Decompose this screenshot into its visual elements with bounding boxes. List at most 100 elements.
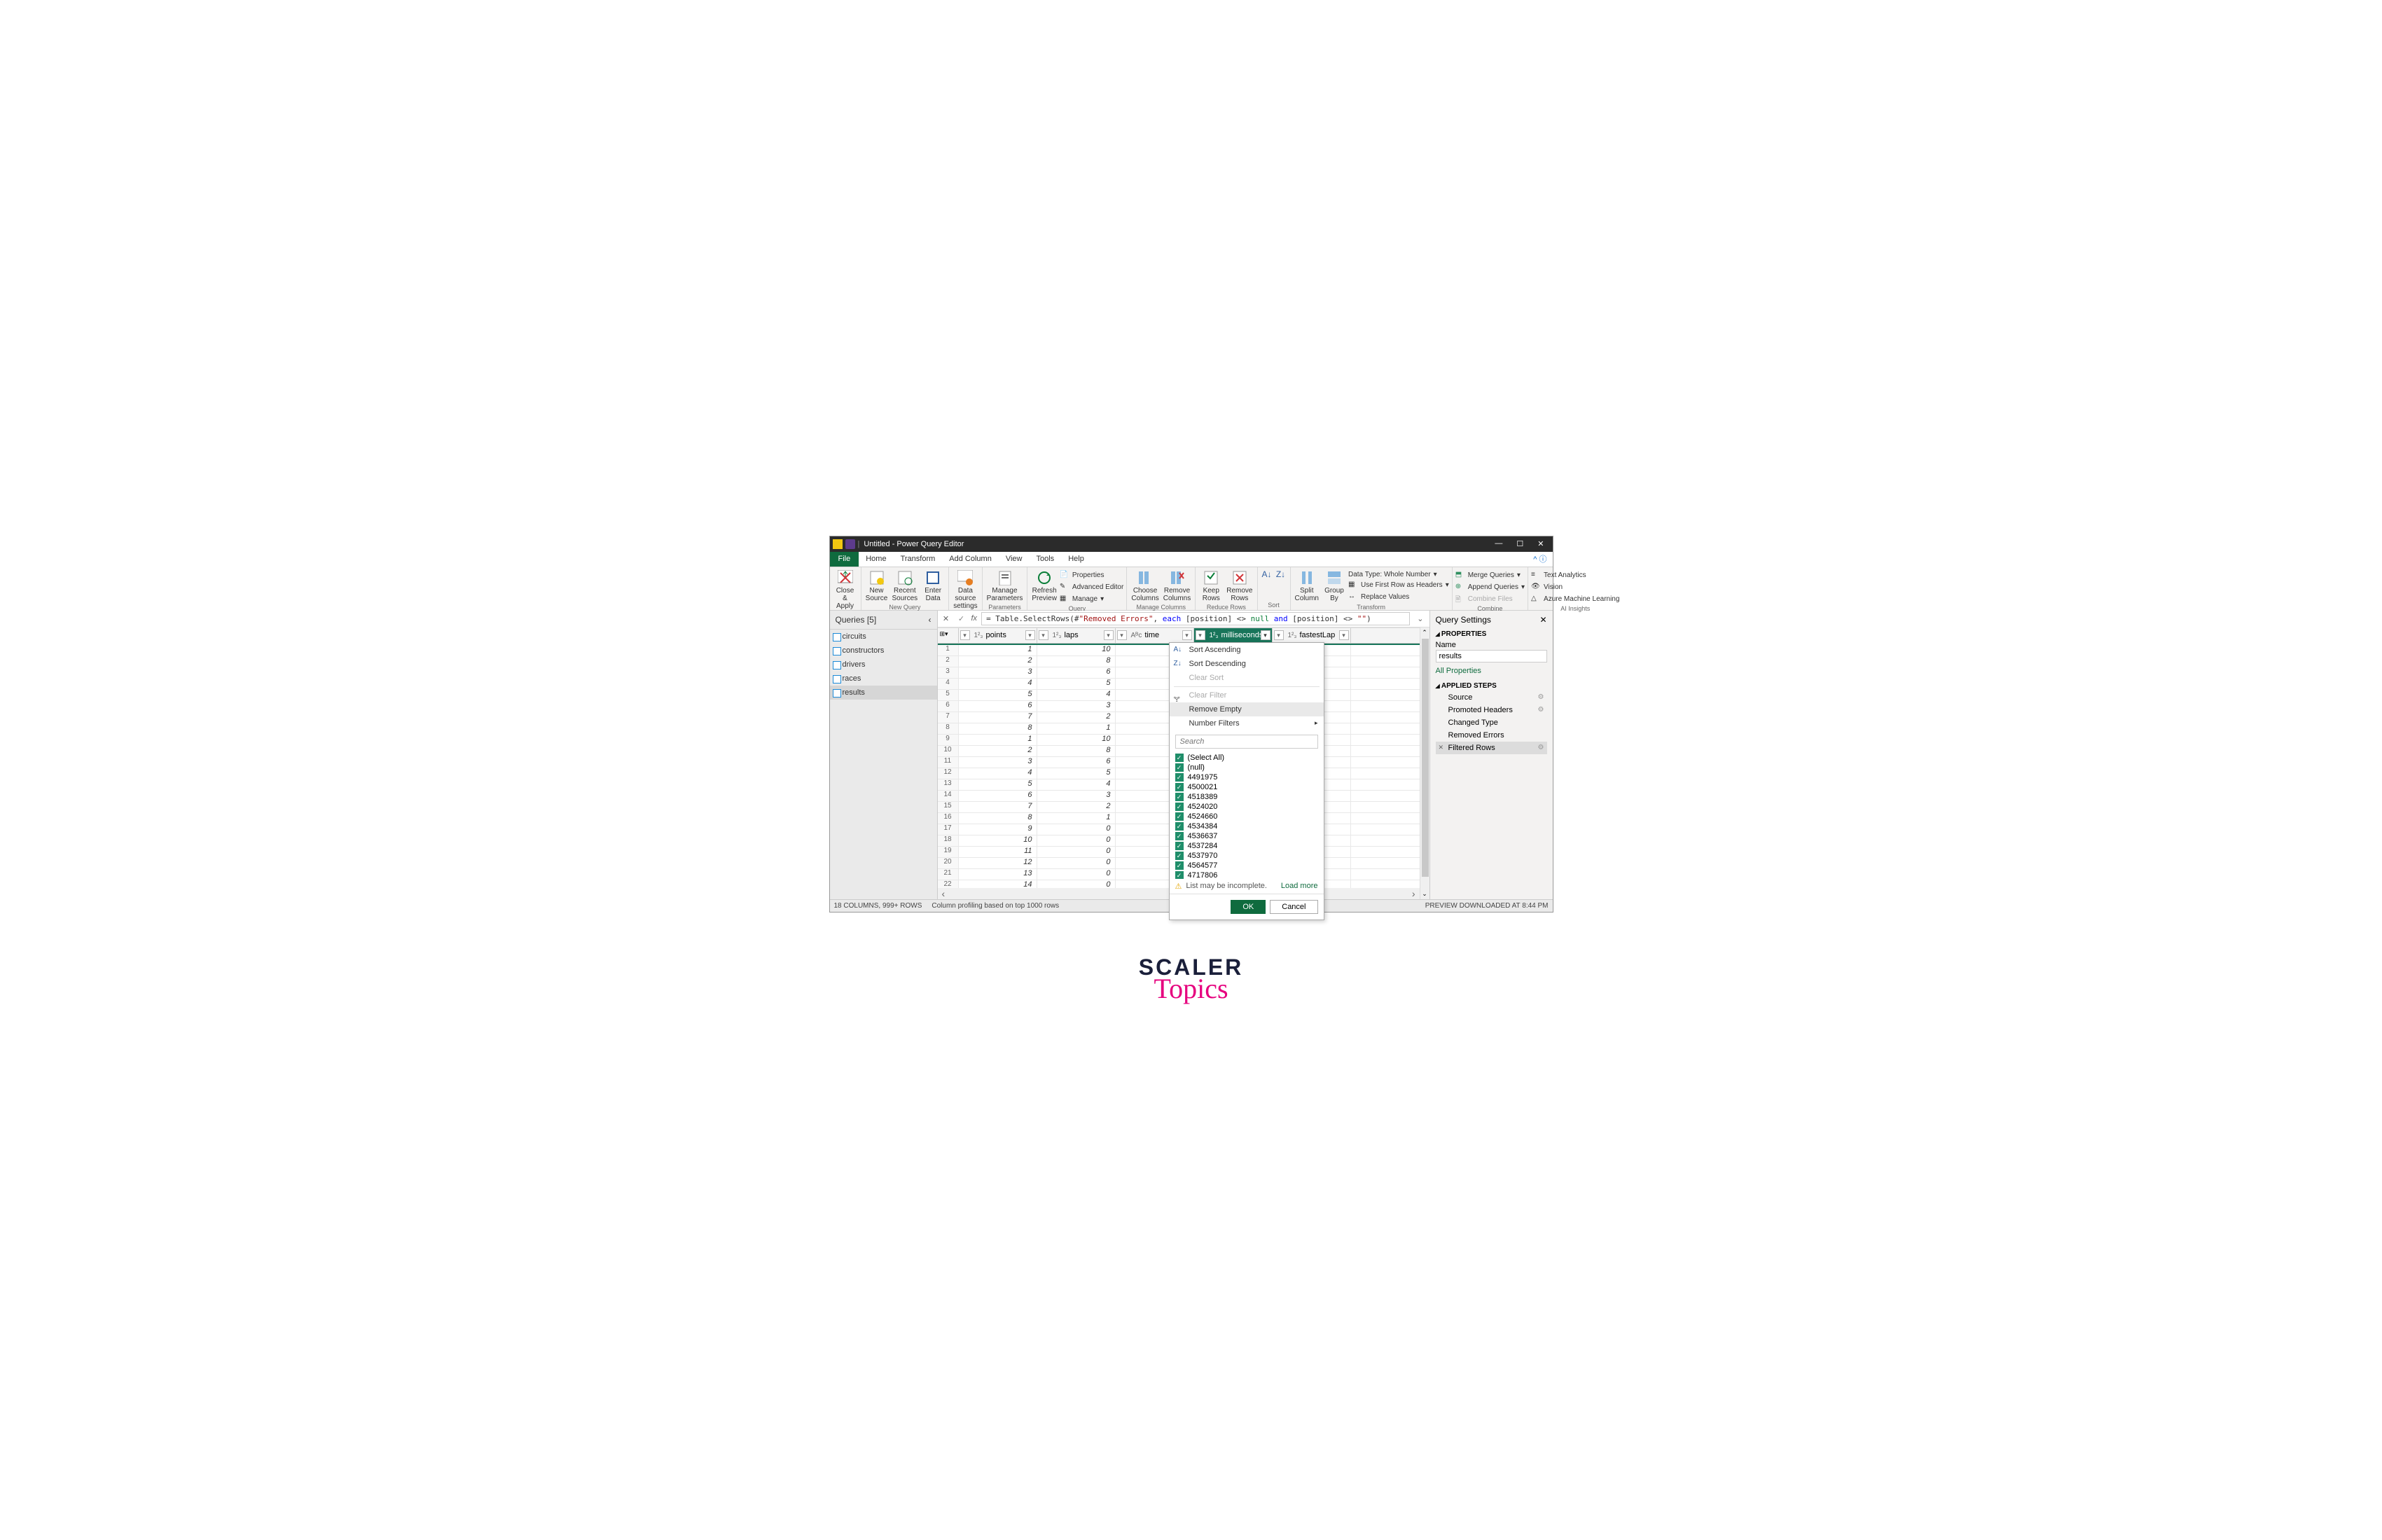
column-type-dropdown[interactable]: ▾ (1196, 630, 1205, 640)
replace-values-link[interactable]: ↔Replace Values (1348, 592, 1449, 603)
sort-descending-item[interactable]: Z↓Sort Descending (1170, 657, 1324, 671)
menu-home[interactable]: Home (859, 552, 893, 567)
first-row-headers-link[interactable]: ▦Use First Row as Headers ▾ (1348, 580, 1449, 591)
formula-expand-icon[interactable]: ⌄ (1414, 614, 1426, 623)
query-item-results[interactable]: results (830, 686, 937, 700)
step-settings-icon[interactable]: ⚙ (1538, 706, 1544, 714)
filter-value-item[interactable]: ✓4500021 (1175, 782, 1318, 792)
maximize-button[interactable]: ☐ (1516, 539, 1523, 548)
column-type-dropdown[interactable]: ▾ (1117, 630, 1127, 640)
query-name-input[interactable] (1436, 650, 1547, 663)
column-filter-dropdown[interactable]: ▾ (1104, 630, 1114, 640)
query-item-races[interactable]: races (830, 672, 937, 686)
recent-sources-button[interactable]: Recent Sources (891, 569, 920, 604)
refresh-preview-button[interactable]: Refresh Preview (1030, 569, 1058, 604)
remove-rows-button[interactable]: Remove Rows (1225, 569, 1254, 604)
sort-desc-button[interactable]: Z↓ (1275, 569, 1287, 581)
text-analytics-link[interactable]: ≡Text Analytics (1531, 570, 1619, 581)
sort-asc-icon: A↓ (1262, 570, 1272, 579)
step-settings-icon[interactable]: ⚙ (1538, 744, 1544, 751)
manage-parameters-button[interactable]: Manage Parameters (985, 569, 1025, 604)
data-source-settings-button[interactable]: Data source settings (952, 569, 978, 611)
menu-add-column[interactable]: Add Column (942, 552, 999, 567)
collapse-ribbon-icon[interactable]: ^ ⓘ (1528, 552, 1552, 567)
applied-step[interactable]: Source⚙ (1436, 691, 1547, 704)
delete-step-icon[interactable]: ✕ (1439, 744, 1444, 751)
filter-value-item[interactable]: ✓4537970 (1175, 851, 1318, 861)
column-type-dropdown[interactable]: ▾ (1274, 630, 1284, 640)
close-apply-button[interactable]: Close & Apply (833, 569, 858, 611)
merge-queries-link[interactable]: ⬒Merge Queries ▾ (1455, 570, 1525, 581)
applied-step[interactable]: Changed Type (1436, 716, 1547, 729)
menu-tools[interactable]: Tools (1030, 552, 1062, 567)
column-header-laps[interactable]: ▾1²₃ laps▾ (1037, 628, 1116, 643)
filter-value-item[interactable]: ✓4564577 (1175, 861, 1318, 870)
query-item-constructors[interactable]: constructors (830, 644, 937, 658)
filter-value-item[interactable]: ✓4536637 (1175, 831, 1318, 841)
query-properties-link[interactable]: 📄Properties (1060, 570, 1123, 581)
azure-ml-link[interactable]: △Azure Machine Learning (1531, 594, 1619, 605)
filter-ok-button[interactable]: OK (1231, 900, 1266, 914)
column-header-points[interactable]: ▾1²₃ points▾ (959, 628, 1037, 643)
all-properties-link[interactable]: All Properties (1436, 663, 1547, 679)
filter-search-input[interactable] (1175, 735, 1318, 749)
remove-columns-button[interactable]: Remove Columns (1162, 569, 1192, 604)
menu-help[interactable]: Help (1061, 552, 1091, 567)
column-type-dropdown[interactable]: ▾ (1039, 630, 1048, 640)
split-column-button[interactable]: Split Column (1294, 569, 1320, 604)
filter-value-item[interactable]: ✓4524020 (1175, 802, 1318, 812)
filter-value-item[interactable]: ✓4717806 (1175, 870, 1318, 879)
combine-files-link[interactable]: 🗎Combine Files (1455, 594, 1525, 605)
close-settings-icon[interactable]: ✕ (1539, 615, 1546, 625)
column-filter-dropdown[interactable]: ▾ (1025, 630, 1035, 640)
data-type-link[interactable]: Data Type: Whole Number ▾ (1348, 570, 1449, 579)
sort-ascending-item[interactable]: A↓Sort Ascending (1170, 643, 1324, 657)
query-item-circuits[interactable]: circuits (830, 630, 937, 644)
append-queries-link[interactable]: ⊕Append Queries ▾ (1455, 582, 1525, 593)
column-filter-dropdown[interactable]: ▾ (1182, 630, 1192, 640)
formula-input[interactable]: = Table.SelectRows(#"Removed Errors", ea… (981, 612, 1410, 625)
filter-null-item[interactable]: ✓(null) (1175, 763, 1318, 772)
remove-empty-item[interactable]: Remove Empty (1170, 702, 1324, 716)
column-filter-dropdown[interactable]: ▾ (1339, 630, 1349, 640)
menu-transform[interactable]: Transform (894, 552, 943, 567)
filter-select-all[interactable]: ✓(Select All) (1175, 753, 1318, 763)
minimize-button[interactable]: — (1495, 539, 1502, 548)
new-source-button[interactable]: New Source (864, 569, 889, 604)
group-by-button[interactable]: Group By (1322, 569, 1347, 604)
column-header-milliseconds[interactable]: ▾1²₃ milliseconds▾ (1194, 628, 1273, 643)
load-more-link[interactable]: Load more (1281, 882, 1318, 890)
number-filters-item[interactable]: Number Filters▸ (1170, 716, 1324, 730)
menu-file[interactable]: File (830, 552, 859, 567)
filter-value-item[interactable]: ✓4518389 (1175, 792, 1318, 802)
fx-icon[interactable]: fx (971, 614, 978, 623)
vertical-scrollbar[interactable]: ⌃ ⌄ (1420, 627, 1429, 899)
filter-value-item[interactable]: ✓4534384 (1175, 821, 1318, 831)
filter-value-item[interactable]: ✓4524660 (1175, 812, 1318, 821)
enter-data-button[interactable]: Enter Data (920, 569, 946, 604)
formula-cancel-icon[interactable]: ✕ (941, 614, 952, 623)
status-preview-time: PREVIEW DOWNLOADED AT 8:44 PM (1425, 902, 1549, 910)
applied-step[interactable]: Removed Errors (1436, 729, 1547, 742)
column-type-dropdown[interactable]: ▾ (960, 630, 970, 640)
keep-rows-button[interactable]: Keep Rows (1198, 569, 1224, 604)
vision-link[interactable]: 👁Vision (1531, 582, 1619, 593)
step-settings-icon[interactable]: ⚙ (1538, 693, 1544, 701)
manage-query-link[interactable]: ▦Manage ▾ (1060, 594, 1123, 605)
filter-cancel-button[interactable]: Cancel (1270, 900, 1317, 914)
column-filter-dropdown[interactable]: ▾ (1261, 630, 1270, 640)
query-item-drivers[interactable]: drivers (830, 658, 937, 672)
close-window-button[interactable]: ✕ (1537, 539, 1544, 548)
column-header-time[interactable]: ▾Aᴮc time▾ (1116, 628, 1194, 643)
applied-step[interactable]: Promoted Headers⚙ (1436, 704, 1547, 716)
queries-collapse-icon[interactable]: ‹ (929, 615, 932, 625)
menu-view[interactable]: View (999, 552, 1030, 567)
column-header-fastestLap[interactable]: ▾1²₃ fastestLap▾ (1273, 628, 1351, 643)
formula-commit-icon[interactable]: ✓ (956, 614, 967, 623)
choose-columns-button[interactable]: Choose Columns (1130, 569, 1160, 604)
filter-value-item[interactable]: ✓4491975 (1175, 772, 1318, 782)
applied-step[interactable]: ✕Filtered Rows⚙ (1436, 742, 1547, 754)
filter-value-item[interactable]: ✓4537284 (1175, 841, 1318, 851)
advanced-editor-link[interactable]: ✎Advanced Editor (1060, 582, 1123, 593)
sort-asc-button[interactable]: A↓ (1261, 569, 1273, 581)
